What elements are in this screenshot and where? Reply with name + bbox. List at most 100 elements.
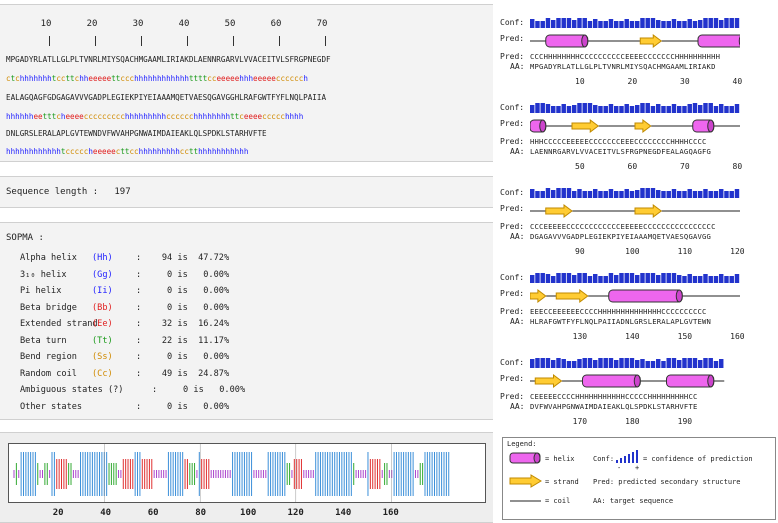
pred-sequence: HHHCCCCCEEEEECCCCCCCEEECCCCCCCCHHHHCCCC [530, 137, 707, 146]
confidence-bar [692, 103, 698, 113]
strand-arrow-icon [509, 474, 542, 488]
legend-pred: Pred: predicted secondary structure [593, 478, 741, 486]
pred-sequence: CCCHHHHHHHHCCCCCCCCCCEEEECCCCCCCHHHHHHHH… [530, 52, 721, 61]
ruler-tick [141, 36, 142, 46]
stat-value: : 49 is 24.87% [136, 368, 230, 379]
stat-name: Bend region [20, 352, 77, 362]
sequence-line: MPGADYRLATLLGLPLTVNRLMIYSQACHMGAAMLIRIAK… [6, 55, 331, 64]
pred-label: Pred: [500, 137, 525, 146]
position-label: 30 [680, 77, 690, 86]
position-label: 110 [677, 247, 693, 256]
confidence-bar [703, 189, 708, 198]
confidence-bar [640, 188, 645, 198]
confidence-bar [540, 21, 545, 28]
track-tick-label: 40 [100, 508, 112, 518]
position-label: 70 [680, 162, 690, 171]
conf-label: Conf: [500, 358, 525, 367]
confidence-bar [561, 104, 566, 113]
confidence-bar [582, 273, 587, 283]
strand-mark [555, 289, 589, 303]
confidence-bar [629, 21, 635, 28]
position-label: 180 [625, 417, 640, 426]
confidence-bar [619, 21, 624, 28]
strand-mark [634, 204, 663, 218]
confidence-bar [551, 20, 556, 28]
helix-end [675, 289, 683, 303]
confidence-bar [661, 361, 666, 368]
confidence-bar [703, 358, 708, 368]
legend-coil: = coil [545, 497, 571, 505]
confidence-bar [629, 273, 635, 283]
confidence-bar [577, 359, 582, 368]
position-label: 10 [575, 77, 585, 86]
confidence-bars [530, 18, 740, 28]
confidence-bar [645, 18, 650, 28]
pred-sequence: CCCEEEEECCCCCCCCCCCCEEEEECCCCCCCCCCCCCCC… [530, 222, 716, 231]
confidence-bar [645, 188, 650, 198]
confidence-bar [572, 105, 577, 113]
confidence-bar [624, 189, 629, 198]
confidence-bar [661, 21, 666, 28]
pred-label: Pred: [500, 119, 525, 128]
legend-aa: AA: target sequence [593, 497, 674, 505]
confidence-bar [540, 103, 545, 113]
confidence-bar [614, 21, 619, 28]
confidence-bar [729, 106, 734, 113]
confidence-bar [734, 104, 740, 113]
confidence-bar [640, 359, 645, 368]
confidence-bar [598, 276, 603, 283]
sequence-ruler: 10 20 30 40 50 60 70 [8, 19, 338, 49]
confidence-bar [629, 106, 635, 113]
confidence-bar [593, 19, 598, 28]
position-label: 100 [625, 247, 640, 256]
confidence-bar [708, 358, 713, 368]
confidence-bar [608, 189, 614, 198]
confidence-bar [608, 19, 614, 28]
stat-value: : 0 is 0.00% [136, 352, 230, 362]
pred-label: Pred: [500, 289, 525, 298]
confidence-bar [635, 275, 640, 283]
structure-line: ctchhhhhhhtccttchheeeeettccchhhhhhhhhhhh… [6, 74, 308, 83]
confidence-bar [614, 275, 619, 283]
ruler-label: 70 [316, 19, 328, 29]
sequence-length-panel: Sequence length : 197 [0, 176, 493, 208]
confidence-bar [698, 360, 703, 368]
confidence-bar [640, 103, 645, 113]
confidence-bar [687, 104, 692, 113]
confidence-bar [671, 273, 677, 283]
aa-label: AA: [510, 62, 525, 71]
ruler-label: 10 [40, 19, 52, 29]
legend-conf-desc: = confidence of prediction [643, 455, 753, 463]
stat-code: (Bb) [92, 302, 113, 313]
ruler-tick [187, 36, 188, 46]
ruler-tick [233, 36, 234, 46]
confidence-bar [698, 20, 703, 28]
confidence-bar [572, 361, 577, 368]
confidence-bar [545, 358, 551, 368]
strand-mark [571, 119, 600, 133]
confidence-bar [635, 21, 640, 28]
confidence-bar [677, 191, 682, 198]
stat-code: (Gg) [92, 269, 113, 280]
track-tick-label: 80 [195, 508, 207, 518]
stat-code: (Ss) [92, 352, 113, 362]
confidence-bar [566, 361, 572, 368]
position-label: 40 [732, 77, 743, 86]
confidence-bar [656, 359, 661, 368]
confidence-bar [666, 191, 671, 198]
confidence-bar [619, 106, 624, 113]
track-tick-label: 20 [52, 508, 64, 518]
position-label: 140 [625, 332, 640, 341]
confidence-bar [530, 189, 535, 198]
confidence-bar [556, 106, 561, 113]
confidence-bar [582, 18, 587, 28]
confidence-bar [703, 103, 708, 113]
confidence-bar [645, 273, 650, 283]
stat-code: (Ii) [92, 286, 113, 296]
confidence-bar [708, 191, 713, 198]
prediction-block: Conf: Pred: HHHCCCCCEEEEECCCCCCCEEECCCCCCC… [500, 97, 778, 189]
sequence-length-label: Sequence length : [6, 187, 99, 197]
conf-label: Conf: [500, 273, 525, 282]
confidence-bar [582, 103, 587, 113]
strand-mark [634, 118, 652, 134]
